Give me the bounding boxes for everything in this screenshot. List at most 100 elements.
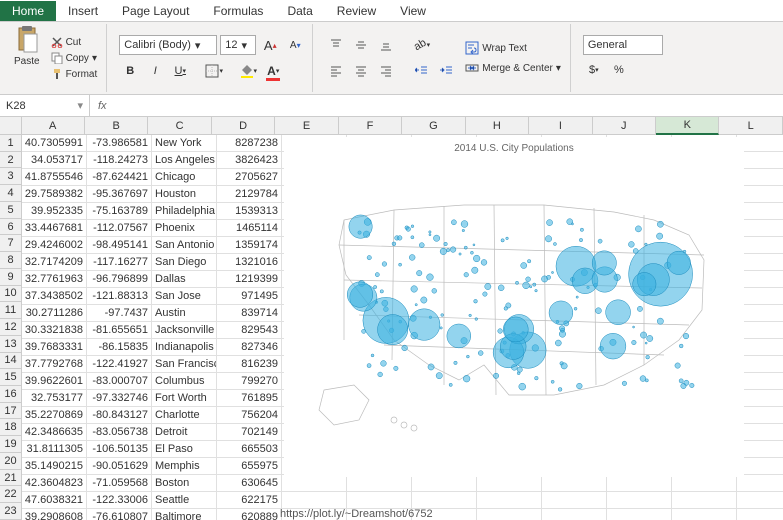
cell[interactable]: -73.986581 xyxy=(87,135,152,152)
col-header-J[interactable]: J xyxy=(593,117,656,135)
font-name-combo[interactable]: Calibri (Body)▾ xyxy=(119,35,217,55)
cell[interactable]: 1359174 xyxy=(217,237,282,254)
tab-home[interactable]: Home xyxy=(0,1,56,21)
bold-button[interactable]: B xyxy=(119,60,141,82)
cell[interactable] xyxy=(737,509,783,520)
cell[interactable]: -95.367697 xyxy=(87,186,152,203)
percent-button[interactable]: % xyxy=(608,59,630,81)
cell[interactable] xyxy=(737,475,783,492)
cell[interactable]: San Diego xyxy=(152,254,217,271)
cell[interactable]: 37.7792768 xyxy=(22,356,87,373)
cell[interactable]: -76.610807 xyxy=(87,509,152,520)
cell[interactable] xyxy=(347,492,412,509)
cell[interactable]: 816239 xyxy=(217,356,282,373)
cell[interactable]: 1219399 xyxy=(217,271,282,288)
shrink-font-button[interactable]: A▾ xyxy=(284,34,306,56)
cell[interactable] xyxy=(282,492,347,509)
row-header[interactable]: 8 xyxy=(0,252,22,269)
cell[interactable]: 799270 xyxy=(217,373,282,390)
cells-area[interactable]: 2014 U.S. City Populations 40.7305991-73… xyxy=(22,135,783,520)
wrap-text-button[interactable]: Wrap Text xyxy=(462,40,564,56)
cell[interactable]: 655975 xyxy=(217,458,282,475)
cell[interactable]: 47.6038321 xyxy=(22,492,87,509)
row-header[interactable]: 23 xyxy=(0,503,22,520)
row-header[interactable]: 10 xyxy=(0,286,22,303)
cell[interactable]: -75.163789 xyxy=(87,203,152,220)
col-header-C[interactable]: C xyxy=(148,117,211,135)
row-header[interactable]: 5 xyxy=(0,202,22,219)
currency-button[interactable]: $▾ xyxy=(583,59,605,81)
cell[interactable] xyxy=(477,509,542,520)
cell[interactable]: 37.3438502 xyxy=(22,288,87,305)
row-header[interactable]: 1 xyxy=(0,135,22,152)
embedded-chart[interactable]: 2014 U.S. City Populations xyxy=(284,137,744,477)
cell[interactable]: 702149 xyxy=(217,424,282,441)
cell[interactable] xyxy=(542,509,607,520)
cell[interactable]: 39.2908608 xyxy=(22,509,87,520)
cell[interactable]: 40.7305991 xyxy=(22,135,87,152)
cell[interactable] xyxy=(282,475,347,492)
decrease-indent-button[interactable] xyxy=(411,60,433,82)
tab-view[interactable]: View xyxy=(388,1,438,21)
cell[interactable]: 665503 xyxy=(217,441,282,458)
col-header-K[interactable]: K xyxy=(656,117,719,135)
name-box[interactable]: K28 ▾ xyxy=(0,95,90,116)
align-right-button[interactable] xyxy=(375,60,397,82)
cell[interactable]: -106.50135 xyxy=(87,441,152,458)
row-header[interactable]: 15 xyxy=(0,369,22,386)
cell[interactable]: Memphis xyxy=(152,458,217,475)
row-header[interactable]: 18 xyxy=(0,419,22,436)
cell[interactable]: -83.056738 xyxy=(87,424,152,441)
underline-button[interactable]: U▾ xyxy=(169,60,191,82)
cell[interactable] xyxy=(477,492,542,509)
cell[interactable]: Seattle xyxy=(152,492,217,509)
cell[interactable]: 756204 xyxy=(217,407,282,424)
cell[interactable]: -71.059568 xyxy=(87,475,152,492)
paste-button[interactable]: Paste xyxy=(10,24,44,69)
cell[interactable]: 41.8755546 xyxy=(22,169,87,186)
row-header[interactable]: 14 xyxy=(0,353,22,370)
cell[interactable] xyxy=(607,475,672,492)
cell[interactable]: 1321016 xyxy=(217,254,282,271)
cell[interactable]: Los Angeles xyxy=(152,152,217,169)
cell[interactable] xyxy=(412,492,477,509)
cell[interactable]: 34.053717 xyxy=(22,152,87,169)
row-header[interactable]: 22 xyxy=(0,486,22,503)
row-header[interactable]: 19 xyxy=(0,436,22,453)
cell[interactable]: -97.332746 xyxy=(87,390,152,407)
cell[interactable]: -81.655651 xyxy=(87,322,152,339)
align-left-button[interactable] xyxy=(325,60,347,82)
cell[interactable] xyxy=(672,475,737,492)
cell[interactable]: San Antonio xyxy=(152,237,217,254)
col-header-A[interactable]: A xyxy=(22,117,85,135)
cell[interactable]: Columbus xyxy=(152,373,217,390)
cell[interactable] xyxy=(737,492,783,509)
cell[interactable]: 32.753177 xyxy=(22,390,87,407)
cell[interactable]: 42.3486635 xyxy=(22,424,87,441)
cell[interactable]: -98.495141 xyxy=(87,237,152,254)
cell[interactable]: 29.4246002 xyxy=(22,237,87,254)
cell[interactable]: -83.000707 xyxy=(87,373,152,390)
cell[interactable]: Austin xyxy=(152,305,217,322)
cell[interactable]: Indianapolis xyxy=(152,339,217,356)
tab-formulas[interactable]: Formulas xyxy=(201,1,275,21)
cell[interactable]: Baltimore xyxy=(152,509,217,520)
col-header-B[interactable]: B xyxy=(85,117,148,135)
cell[interactable]: Jacksonville xyxy=(152,322,217,339)
row-header[interactable]: 6 xyxy=(0,219,22,236)
tab-review[interactable]: Review xyxy=(325,1,388,21)
borders-button[interactable]: ▾ xyxy=(203,60,225,82)
row-header[interactable]: 2 xyxy=(0,152,22,169)
cell[interactable] xyxy=(607,509,672,520)
col-header-D[interactable]: D xyxy=(212,117,275,135)
tab-data[interactable]: Data xyxy=(275,1,324,21)
cell[interactable]: 35.2270869 xyxy=(22,407,87,424)
cell[interactable]: -122.33006 xyxy=(87,492,152,509)
cell[interactable]: 30.2711286 xyxy=(22,305,87,322)
cell[interactable]: -117.16277 xyxy=(87,254,152,271)
row-header[interactable]: 20 xyxy=(0,453,22,470)
cell[interactable]: Phoenix xyxy=(152,220,217,237)
row-header[interactable]: 21 xyxy=(0,470,22,487)
cell[interactable]: 630645 xyxy=(217,475,282,492)
cell[interactable]: 839714 xyxy=(217,305,282,322)
